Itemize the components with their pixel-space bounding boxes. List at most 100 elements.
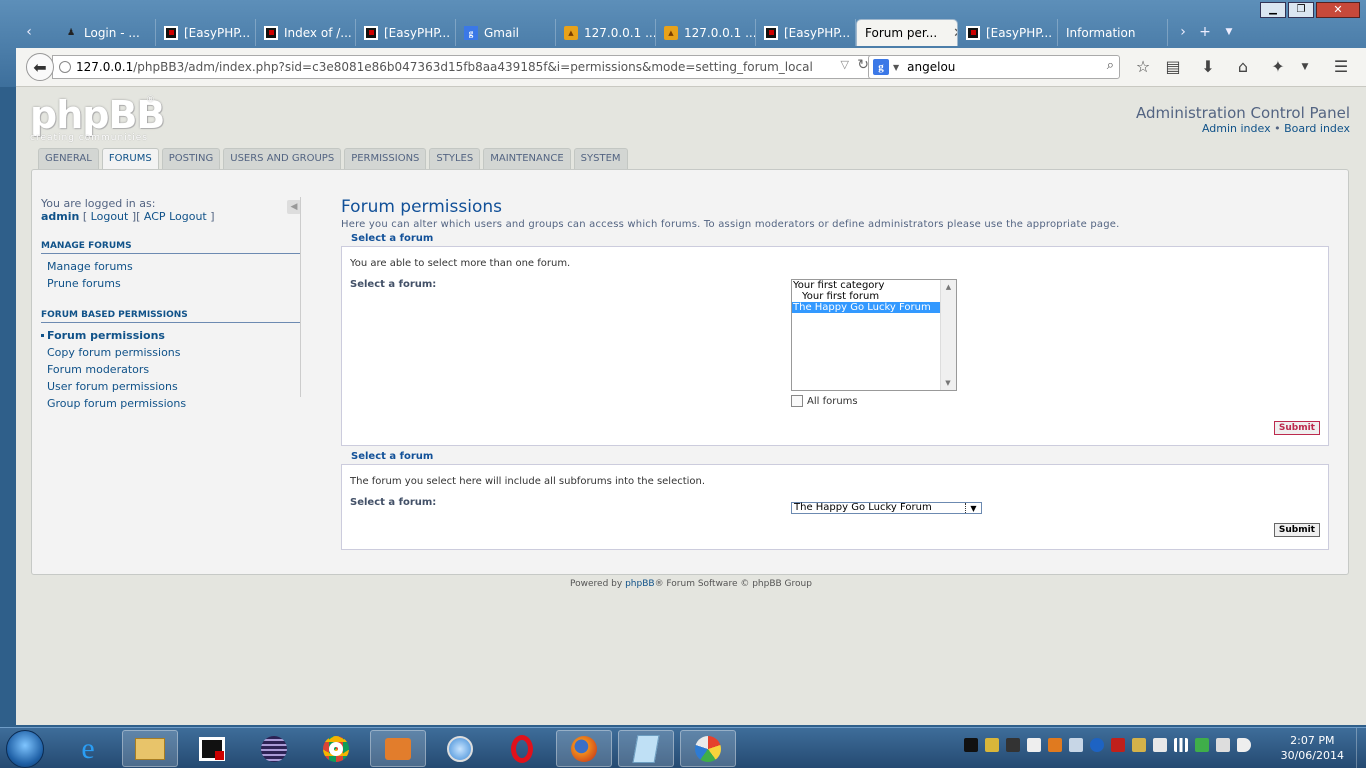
tab-maintenance[interactable]: Maintenance (483, 148, 571, 169)
tray-app-icon[interactable] (1027, 738, 1041, 752)
search-icon[interactable]: ⌕ (1107, 58, 1114, 73)
google-search-engine-icon[interactable]: g (873, 59, 889, 75)
action-center-flag-icon[interactable] (1153, 738, 1167, 752)
sidebar-item-forum-permissions[interactable]: Forum permissions (41, 327, 301, 344)
easyphp-icon[interactable] (184, 730, 240, 767)
username-link[interactable]: admin (41, 210, 79, 223)
site-identity-icon[interactable] (59, 61, 71, 73)
link-separator: • (1270, 122, 1285, 135)
url-history-dropdown-icon[interactable]: ▽ (841, 58, 849, 71)
bluetooth-icon[interactable] (1090, 738, 1104, 752)
browser-tab[interactable]: [EasyPHP... (156, 19, 256, 46)
new-tab-icon[interactable]: + (1196, 21, 1214, 43)
tray-app-icon[interactable] (1132, 738, 1146, 752)
tab-forums[interactable]: Forums (101, 148, 159, 171)
show-desktop-button[interactable] (1356, 728, 1366, 768)
board-index-link[interactable]: Board index (1284, 122, 1350, 135)
home-icon[interactable]: ⌂ (1232, 56, 1254, 78)
close-window-icon[interactable]: ✕ (1316, 2, 1360, 18)
menu-section: Manage forums Manage forums Prune forums (41, 241, 301, 292)
firefox-icon[interactable] (556, 730, 612, 767)
minimize-icon[interactable]: ▁ (1260, 2, 1286, 18)
acp-logout-link[interactable]: ACP Logout (144, 210, 207, 223)
menu-icon[interactable]: ☰ (1330, 56, 1352, 78)
battery-icon[interactable] (1216, 738, 1230, 752)
forum-subforum-select[interactable]: The Happy Go Lucky Forum ▼ (791, 502, 982, 514)
easyphp-tray-icon[interactable] (964, 738, 978, 752)
bookmarks-list-icon[interactable]: ▤ (1162, 56, 1184, 78)
tab-scroll-right-icon[interactable]: › (1174, 21, 1192, 43)
extension-dropdown-icon[interactable]: ▼ (1294, 56, 1316, 78)
browser-tab[interactable]: Information (1058, 19, 1168, 46)
tab-permissions[interactable]: Permissions (344, 148, 427, 169)
sidebar-item-user-forum-permissions[interactable]: User forum permissions (41, 378, 301, 395)
url-bar[interactable]: 127.0.0.1/phpBB3/adm/index.php?sid=c3e80… (52, 55, 876, 79)
scroll-up-icon[interactable]: ▲ (941, 283, 956, 291)
browser-tab[interactable]: Index of /... (256, 19, 356, 46)
tray-app-icon[interactable] (1048, 738, 1062, 752)
power-icon[interactable] (1195, 738, 1209, 752)
opera-icon[interactable] (494, 730, 550, 767)
list-all-tabs-icon[interactable]: ▼ (1220, 21, 1238, 43)
eclipse-icon[interactable] (246, 730, 302, 767)
sidebar-item-copy-forum-permissions[interactable]: Copy forum permissions (41, 344, 301, 361)
browser-tab[interactable]: ♟ Login - ... (56, 19, 156, 46)
tray-app-icon[interactable] (985, 738, 999, 752)
forum-option[interactable]: The Happy Go Lucky Forum (792, 302, 940, 313)
tab-users-and-groups[interactable]: Users and Groups (223, 148, 342, 169)
sidebar-item-manage-forums[interactable]: Manage forums (41, 258, 301, 275)
tab-posting[interactable]: Posting (161, 148, 221, 169)
paint-icon[interactable] (680, 730, 736, 767)
notepad-icon[interactable] (618, 730, 674, 767)
bookmark-star-icon[interactable]: ☆ (1132, 56, 1154, 78)
browser-tab[interactable]: ▲ 127.0.0.1 ... (556, 19, 656, 46)
back-button[interactable]: ⬅ (26, 53, 54, 81)
search-bar[interactable]: g ▼ angelou ⌕ (868, 55, 1120, 79)
sidebar-item-group-forum-permissions[interactable]: Group forum permissions (41, 395, 301, 412)
logout-link[interactable]: Logout (91, 210, 129, 223)
taskbar-clock[interactable]: 2:07 PM 30/06/2014 (1281, 733, 1344, 763)
all-forums-checkbox[interactable] (791, 395, 803, 407)
admin-index-link[interactable]: Admin index (1202, 122, 1271, 135)
acrobat-tray-icon[interactable] (1111, 738, 1125, 752)
media-player-icon[interactable] (370, 730, 426, 767)
phpbb-link[interactable]: phpBB (625, 579, 654, 589)
collapse-menu-icon[interactable]: ◀ (287, 200, 301, 214)
volume-icon[interactable] (1237, 738, 1251, 752)
tab-system[interactable]: System (573, 148, 628, 169)
tray-app-icon[interactable] (1069, 738, 1083, 752)
submit-forums-button[interactable]: Submit (1273, 421, 1320, 435)
tray-app-icon[interactable] (1006, 738, 1020, 752)
chrome-icon[interactable] (308, 730, 364, 767)
listbox-scrollbar[interactable]: ▲ ▼ (940, 280, 956, 390)
maximize-icon[interactable]: ❐ (1288, 2, 1314, 18)
file-explorer-icon[interactable] (122, 730, 178, 767)
browser-tab[interactable]: [EasyPHP... (356, 19, 456, 46)
tab-styles[interactable]: Styles (429, 148, 481, 169)
sidebar-item-forum-moderators[interactable]: Forum moderators (41, 361, 301, 378)
browser-tab[interactable]: Forum per...✕ (856, 19, 958, 46)
sidebar-item-prune-forums[interactable]: Prune forums (41, 275, 301, 292)
browser-tab[interactable]: [EasyPHP... (958, 19, 1058, 46)
safari-icon[interactable] (432, 730, 488, 767)
search-input[interactable]: angelou (907, 60, 955, 74)
forum-option[interactable]: Your first category (792, 280, 940, 291)
search-engine-dropdown-icon[interactable]: ▼ (893, 63, 899, 72)
tab-general[interactable]: General (38, 148, 99, 169)
submit-subforums-button[interactable]: Submit (1273, 523, 1320, 537)
extension-icon[interactable]: ✦ (1267, 56, 1289, 78)
browser-tab[interactable]: g Gmail (456, 19, 556, 46)
browser-tab[interactable]: [EasyPHP... (756, 19, 856, 46)
tab-scroll-left-icon[interactable]: ‹ (20, 21, 38, 43)
phpbb-logo[interactable]: phpBB ® creating communities (30, 95, 170, 145)
network-signal-icon[interactable] (1174, 738, 1188, 752)
forum-option[interactable]: Your first forum (792, 291, 940, 302)
scroll-down-icon[interactable]: ▼ (941, 379, 955, 387)
downloads-icon[interactable]: ⬇ (1197, 56, 1219, 78)
all-forums-option[interactable]: All forums (791, 395, 858, 407)
start-button[interactable] (6, 730, 44, 768)
browser-tab[interactable]: ▲ 127.0.0.1 ... (656, 19, 756, 46)
page-description: Here you can alter which users and group… (341, 219, 1120, 230)
forum-multiselect-list[interactable]: Your first category Your first forum The H… (791, 279, 957, 391)
internet-explorer-icon[interactable]: e (60, 730, 116, 767)
